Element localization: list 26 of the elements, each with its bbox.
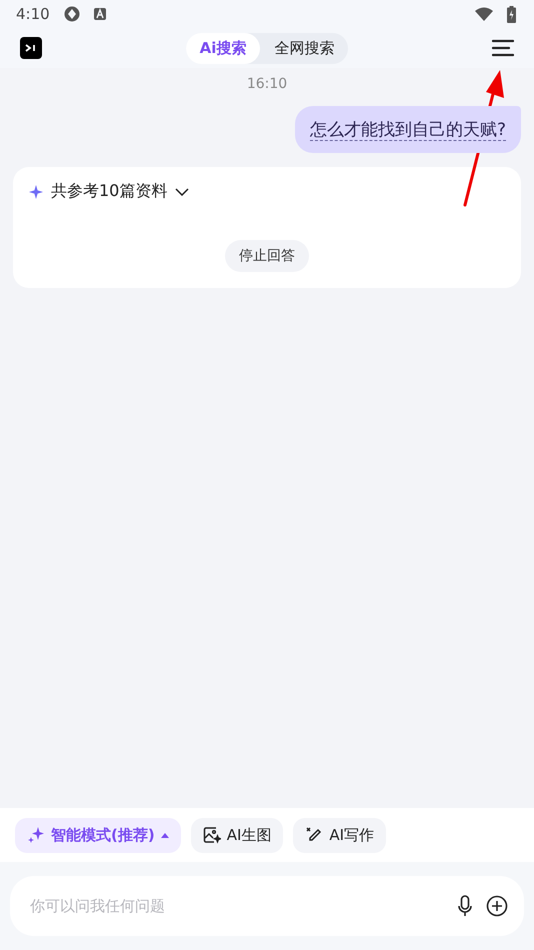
search-tab[interactable]: Ai搜索 [186,32,260,64]
tool-chip[interactable]: 智能模式(推荐) [15,818,181,852]
tool-chip[interactable]: AI生图 [190,818,284,852]
menu-icon[interactable] [492,39,514,57]
stop-answer-button[interactable]: 停止回答 [225,240,309,272]
microphone-icon[interactable] [458,895,472,917]
sparkle-icon [29,184,43,198]
question-field[interactable]: 你可以问我任何问题 [28,896,444,916]
plus-circle-icon[interactable] [486,895,508,917]
chevron-down-icon [175,188,190,196]
pen-icon [305,826,324,844]
a-icon [94,8,106,20]
message-time: 16:10 [246,76,288,92]
tool-chip[interactable]: AI写作 [293,818,386,852]
wifi-icon [475,7,493,21]
image-icon [202,826,221,844]
battery-icon [507,6,516,22]
input-bar[interactable]: 你可以问我任何问题 [10,876,524,936]
question-text: 怎么才能找到自己的天赋? [310,120,506,141]
status-time: 4:10 [16,5,50,23]
sparkle-icon [27,826,45,844]
terminal-icon[interactable] [20,37,42,59]
caret-up-icon [160,832,169,838]
aperture-icon [64,6,80,22]
sources-toggle[interactable]: 共参考10篇资料 [29,181,190,202]
search-tab[interactable]: 全网搜索 [260,32,348,64]
